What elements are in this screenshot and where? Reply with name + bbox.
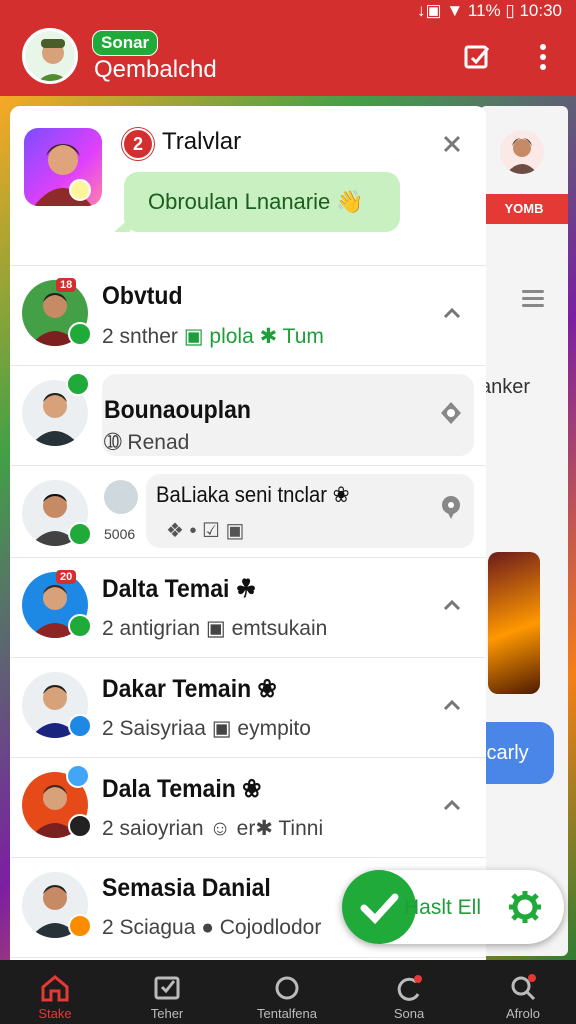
- compose-icon[interactable]: [462, 42, 492, 72]
- notification-title: Tralvlar: [162, 128, 242, 155]
- status-badge: [68, 814, 92, 838]
- message-count: 5006: [104, 526, 136, 542]
- online-icon: [66, 372, 90, 396]
- chat-row[interactable]: BaLiaka seni tnclar ❀ 5006 ❖ • ☑ ▣: [10, 466, 486, 558]
- tab-tentalfena[interactable]: Tentalfena: [232, 974, 342, 1021]
- status-badge: [68, 522, 92, 546]
- unread-count-badge: 20: [56, 570, 77, 584]
- close-icon[interactable]: [440, 132, 464, 156]
- chat-preview: 2 snther ▣ plola ✱ Tum: [102, 325, 324, 348]
- status-badge: [68, 322, 92, 346]
- contact-name: Dalta Temai ☘: [102, 575, 257, 603]
- notification-avatar: [24, 128, 102, 206]
- chevron-up-icon[interactable]: [442, 696, 462, 716]
- app-subtitle: Qembalchd: [94, 56, 217, 83]
- chat-preview-highlight: ▣ plola ✱ Tum: [183, 325, 324, 348]
- chevron-up-icon[interactable]: [442, 304, 462, 324]
- contact-name: Dakar Temain ❀: [102, 675, 277, 703]
- chat-row[interactable]: 18 Obvtud 2 snther ▣ plola ✱ Tum: [10, 266, 486, 366]
- tab-sona[interactable]: Sona: [354, 974, 464, 1021]
- background-text: anker: [480, 376, 531, 398]
- fab-label: Haslt Ell: [404, 896, 482, 919]
- unread-count-badge: 18: [56, 278, 77, 292]
- profile-avatar[interactable]: [22, 28, 78, 84]
- chat-preview: 2 Sciagua ● Cojodlodor: [102, 916, 322, 939]
- tab-search[interactable]: Afrolo: [468, 974, 576, 1021]
- notification-card[interactable]: 2 Tralvlar Obroulan Lnanarie 👋: [10, 106, 486, 266]
- contact-name: Dala Temain ❀: [102, 775, 262, 803]
- tab-label: Sona: [393, 1006, 425, 1021]
- notification-count-badge: 2: [122, 128, 154, 160]
- bottom-navigation: Stake Teher Tentalfena Sona Afrolo: [0, 960, 576, 1024]
- hamburger-icon[interactable]: [522, 286, 544, 311]
- background-tag: YOMB: [480, 194, 568, 224]
- chat-preview: 2 Saisyriaa ▣ eympito: [102, 717, 311, 740]
- app-header: Sonar Qembalchd: [0, 22, 576, 96]
- tab-label: Afrolo: [506, 1006, 540, 1021]
- background-card: YOMB anker icarly: [480, 106, 568, 956]
- background-avatar: [500, 130, 544, 174]
- chat-panel: 2 Tralvlar Obroulan Lnanarie 👋 18 Obvtud…: [10, 106, 486, 960]
- chat-row[interactable]: Dala Temain ❀ 2 saioyrian ☺ er✱ Tinni: [10, 758, 486, 858]
- background-button[interactable]: icarly: [480, 722, 554, 784]
- status-badge: [68, 614, 92, 638]
- chat-preview: 2 antigrian ▣ emtsukain: [102, 617, 328, 640]
- chat-row[interactable]: Dakar Temain ❀ 2 Saisyriaa ▣ eympito: [10, 658, 486, 758]
- location-icon[interactable]: [438, 494, 464, 520]
- chevron-up-icon[interactable]: [442, 596, 462, 616]
- status-badge: [68, 914, 92, 938]
- chat-row[interactable]: 20 Dalta Temai ☘ 2 antigrian ▣ emtsukain: [10, 558, 486, 658]
- status-icons: ↓▣ ▼ 11% ▯ 10:30: [417, 1, 562, 20]
- more-options-icon[interactable]: [528, 42, 558, 72]
- tab-label: Teher: [150, 1006, 184, 1021]
- tab-label: Tentalfena: [257, 1006, 317, 1021]
- tab-teher[interactable]: Teher: [112, 974, 222, 1021]
- status-badge: [68, 714, 92, 738]
- chat-preview: ➉ Renad: [104, 431, 190, 454]
- message-icons: ❖ • ☑ ▣: [166, 520, 245, 542]
- contact-name: Semasia Danial: [102, 874, 271, 902]
- chat-bubble-icon: [66, 764, 90, 788]
- message-text: BaLiaka seni tnclar ❀: [156, 482, 350, 507]
- gear-icon[interactable]: [508, 890, 542, 924]
- floating-action-button[interactable]: Haslt Ell: [342, 870, 564, 944]
- background-image: [488, 552, 540, 694]
- tab-label: Stake: [38, 1006, 72, 1021]
- app-title-badge: Sonar: [92, 30, 159, 56]
- chat-row[interactable]: Bounaouplan ➉ Renad: [10, 366, 486, 466]
- tab-home[interactable]: Stake: [0, 974, 110, 1021]
- chevron-up-icon[interactable]: [442, 796, 462, 816]
- contact-name: Obvtud: [102, 282, 183, 310]
- status-bar: ↓▣ ▼ 11% ▯ 10:30: [0, 0, 576, 22]
- notification-message: Obroulan Lnanarie 👋: [114, 172, 400, 232]
- emoji-icon: [104, 480, 138, 514]
- chat-preview: 2 saioyrian ☺ er✱ Tinni: [102, 817, 324, 840]
- contact-name: Bounaouplan: [104, 396, 251, 424]
- location-icon[interactable]: [438, 400, 464, 426]
